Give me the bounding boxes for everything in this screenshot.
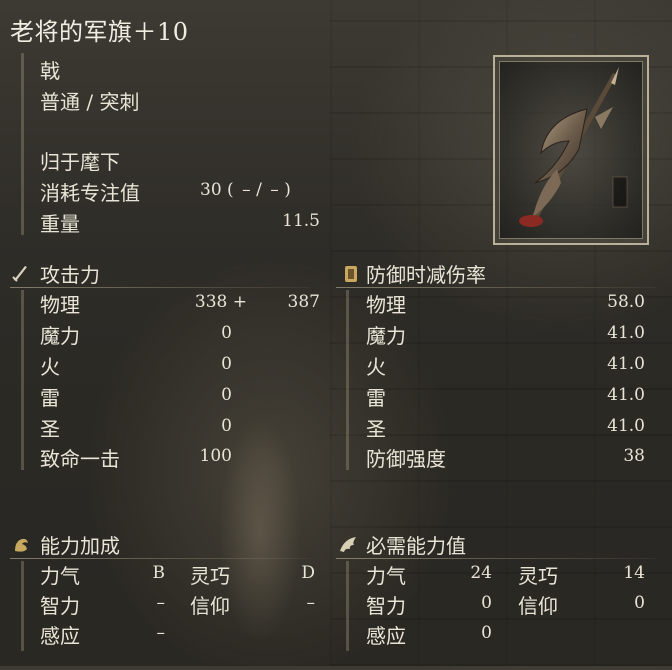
guard-divider-bar <box>346 290 349 470</box>
requirement-label: 力气 <box>366 564 406 588</box>
requirement-value: 0 <box>634 593 645 613</box>
scaling-label: 力气 <box>40 564 80 588</box>
guard-row-label: 防御强度 <box>366 447 446 471</box>
attack-divider-bar <box>21 290 24 470</box>
requirement-value: 0 <box>481 623 492 643</box>
guard-row-value: 41.0 <box>607 354 645 374</box>
guard-row-label: 物理 <box>366 293 406 317</box>
guard-row-value: 38 <box>623 446 645 466</box>
scaling-grade: D <box>301 563 315 583</box>
attack-row-label: 圣 <box>40 417 60 441</box>
weapon-skill: 归于麾下 <box>40 150 120 174</box>
guard-row-label: 魔力 <box>366 324 406 348</box>
guard-row-value: 41.0 <box>607 385 645 405</box>
attack-row-label: 雷 <box>40 386 60 410</box>
info-divider-bar <box>21 53 24 235</box>
requirement-value: 14 <box>623 563 645 583</box>
sword-icon <box>10 263 30 283</box>
attack-row-base: 0 <box>221 354 232 374</box>
attack-row-label: 火 <box>40 355 60 379</box>
requirement-value: 0 <box>481 593 492 613</box>
weapon-type: 戟 <box>40 59 60 83</box>
attack-row-bonus: 387 <box>287 292 320 312</box>
scaling-label: 感应 <box>40 624 80 648</box>
requirements-header: 必需能力值 <box>366 534 466 558</box>
scaling-grade: – <box>306 593 316 613</box>
guard-row-label: 圣 <box>366 417 386 441</box>
shield-icon <box>341 264 361 284</box>
requirement-value: 24 <box>470 563 492 583</box>
fp-cost-label: 消耗专注值 <box>40 181 140 205</box>
guard-row-value: 58.0 <box>607 292 645 312</box>
scaling-header: 能力加成 <box>40 534 120 558</box>
attack-type: 普通 / 突刺 <box>40 90 140 114</box>
wing-icon <box>338 535 358 555</box>
attack-row-base: 338 + <box>194 292 247 312</box>
attack-row-label: 物理 <box>40 293 80 317</box>
guard-row-label: 火 <box>366 355 386 379</box>
guard-row-value: 41.0 <box>607 416 645 436</box>
scaling-grade: – <box>156 593 166 613</box>
guard-header: 防御时减伤率 <box>366 263 486 287</box>
attack-header-underline <box>10 287 310 288</box>
scaling-label: 智力 <box>40 594 80 618</box>
requirements-header-underline <box>336 558 656 559</box>
guard-row-label: 雷 <box>366 386 386 410</box>
weight-value: 11.5 <box>282 211 320 231</box>
attack-row-label: 致命一击 <box>40 447 120 471</box>
scaling-grade: – <box>156 623 166 643</box>
attack-row-base: 0 <box>221 416 232 436</box>
halberd-weapon-image <box>519 67 628 227</box>
requirement-label: 感应 <box>366 624 406 648</box>
attack-row-base: 0 <box>221 323 232 343</box>
scaling-label: 灵巧 <box>190 564 230 588</box>
flexed-arm-icon <box>12 535 32 555</box>
guard-header-underline <box>336 287 656 288</box>
scaling-header-underline <box>10 558 310 559</box>
requirements-divider-bar <box>346 561 349 651</box>
scaling-divider-bar <box>21 561 24 651</box>
attack-header: 攻击力 <box>40 263 100 287</box>
fp-cost-value: 30 ( – / – ) <box>200 180 291 200</box>
scaling-grade: B <box>152 563 166 583</box>
guard-row-value: 41.0 <box>607 323 645 343</box>
attack-row-label: 魔力 <box>40 324 80 348</box>
weight-label: 重量 <box>40 212 80 236</box>
requirement-label: 智力 <box>366 594 406 618</box>
scaling-label: 信仰 <box>190 594 230 618</box>
requirement-label: 灵巧 <box>518 564 558 588</box>
requirement-label: 信仰 <box>518 594 558 618</box>
weapon-image-frame <box>493 55 649 245</box>
weapon-name: 老将的军旗＋10 <box>10 18 189 46</box>
background-character-silhouette <box>205 360 315 670</box>
attack-row-base: 0 <box>221 385 232 405</box>
attack-row-base: 100 <box>199 446 232 466</box>
